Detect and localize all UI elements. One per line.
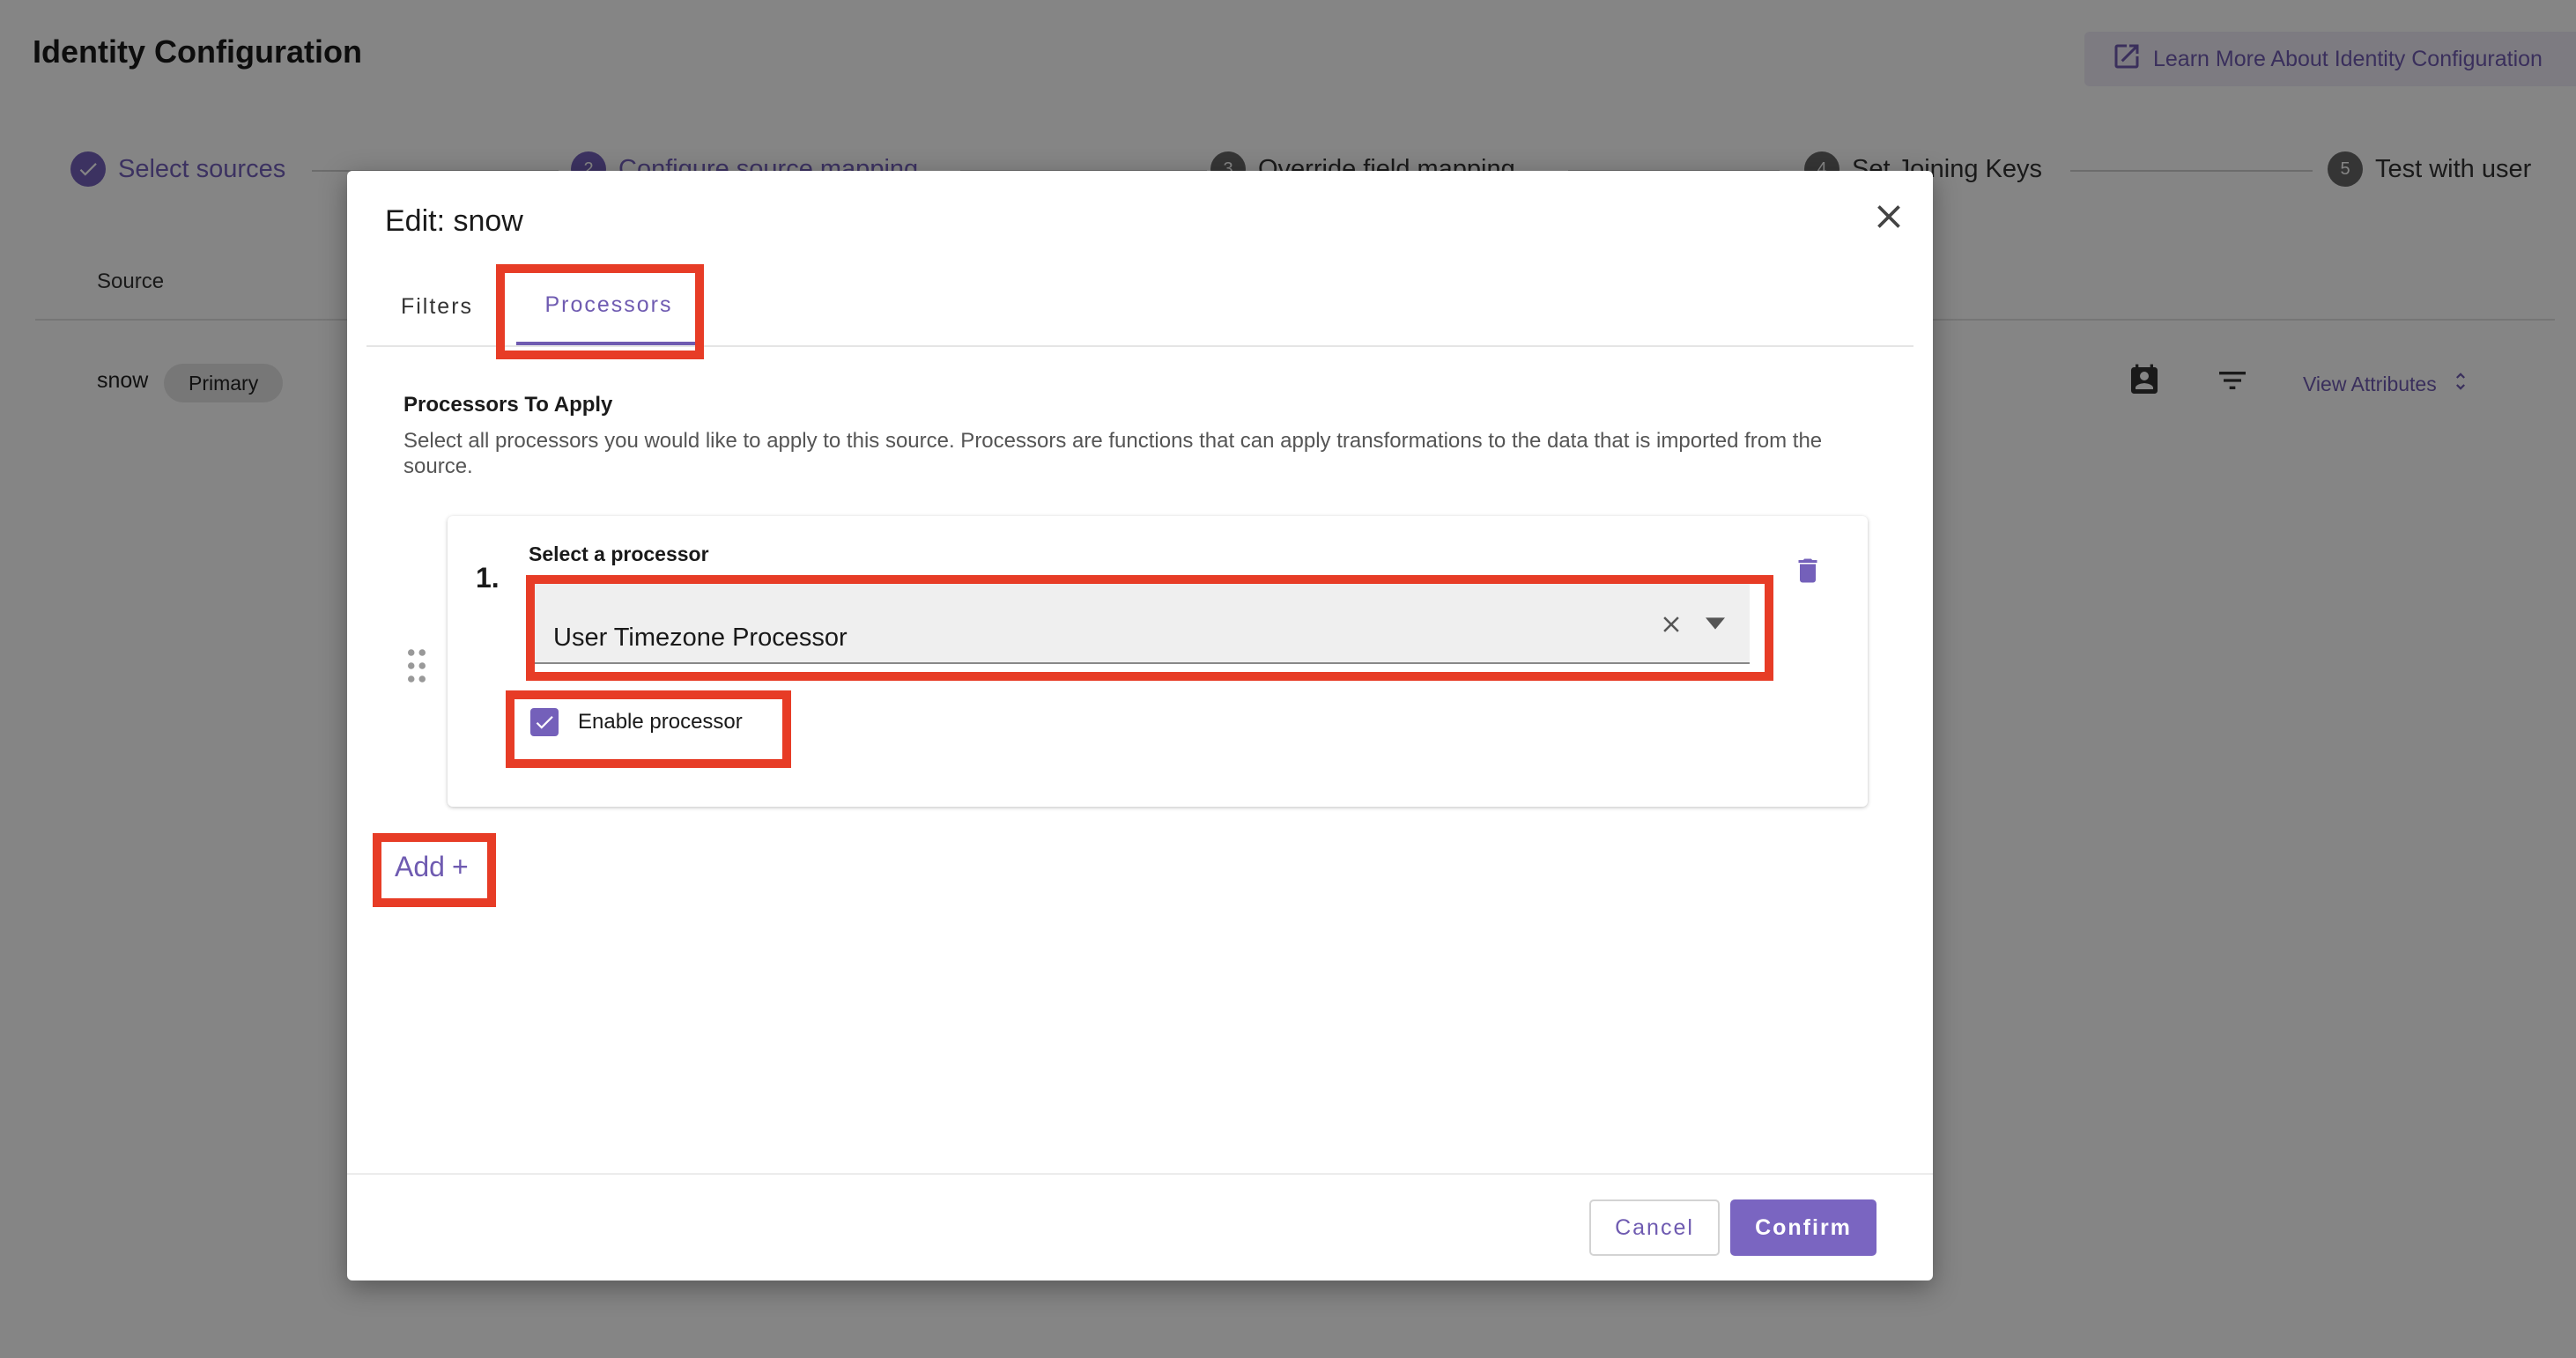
dialog-tabs: Filters Processors [366, 268, 1913, 347]
trash-icon[interactable] [1792, 553, 1824, 588]
edit-source-dialog: Edit: snow Filters Processors Processors… [347, 171, 1933, 1281]
dialog-title: Edit: snow [385, 204, 523, 238]
plus-icon: + [451, 851, 469, 882]
tab-filters[interactable]: Filters [366, 268, 507, 345]
close-icon[interactable] [1869, 197, 1908, 236]
section-description: Select all processors you would like to … [403, 429, 1823, 478]
clear-icon[interactable] [1658, 611, 1684, 638]
processor-number: 1. [476, 562, 500, 594]
add-processor-button[interactable]: Add + [395, 851, 469, 883]
processor-card: 1. Select a processor User Timezone Proc… [448, 516, 1868, 807]
enable-processor-label: Enable processor [578, 710, 743, 734]
drag-handle-icon[interactable] [405, 648, 428, 683]
checkbox-checked-icon[interactable] [530, 708, 559, 736]
processor-select[interactable]: User Timezone Processor [534, 579, 1750, 664]
section-title: Processors To Apply [403, 393, 613, 417]
add-label: Add [395, 851, 445, 882]
caret-down-icon[interactable] [1706, 616, 1725, 631]
tab-processors[interactable]: Processors [516, 268, 701, 345]
processor-select-label: Select a processor [529, 542, 709, 565]
footer-divider [347, 1173, 1933, 1175]
cancel-button[interactable]: Cancel [1589, 1199, 1720, 1256]
confirm-button[interactable]: Confirm [1730, 1199, 1876, 1256]
processor-select-value: User Timezone Processor [553, 624, 848, 652]
enable-processor-checkbox[interactable]: Enable processor [530, 708, 743, 736]
